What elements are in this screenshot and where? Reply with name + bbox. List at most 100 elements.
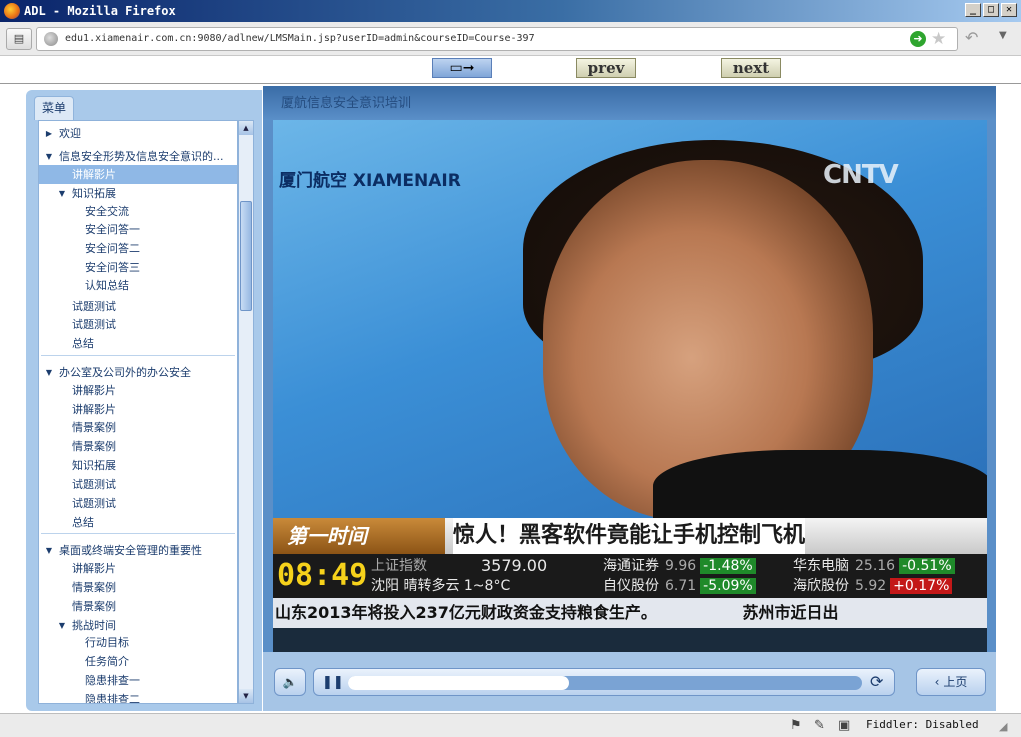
window-icon[interactable]: ▣ xyxy=(838,718,850,733)
prev-button[interactable]: prev xyxy=(576,58,636,78)
weather-text: 沈阳 晴转多云 1~8°C xyxy=(371,578,511,594)
tree-item-label: 安全问答三 xyxy=(85,261,140,274)
tree-item[interactable]: 知识拓展 xyxy=(39,456,237,475)
tree-item[interactable]: 讲解影片 xyxy=(39,165,237,184)
video-frame[interactable]: 厦门航空 XIAMENAIR CNTV 第一时间 惊人！黑客软件竟能让手机控制飞… xyxy=(273,120,987,652)
stock-quote: 华东电脑 25.16 -0.51% xyxy=(793,556,955,576)
stock-change: +0.17% xyxy=(890,578,953,594)
expand-arrow-icon[interactable]: ▼ xyxy=(44,363,54,382)
chevron-down-icon[interactable]: ▼ xyxy=(999,30,1007,41)
course-tree: ▶ 欢迎 ▼ 信息安全形势及信息安全意识的... 讲解影片 ▼ 知识拓展 安全交流 安全问答一安… xyxy=(38,120,238,704)
tree-item[interactable]: 情景案例 xyxy=(39,437,237,456)
tree-item[interactable]: 行动目标 xyxy=(39,633,237,652)
app-menu-icon[interactable]: ▤ xyxy=(6,28,32,50)
stock-change: -5.09% xyxy=(700,578,756,594)
tree-item-label: 办公室及公司外的办公安全 xyxy=(59,366,191,379)
tree-item[interactable]: 总结 xyxy=(39,334,237,353)
tree-item[interactable]: 试题测试 xyxy=(39,494,237,513)
stock-change: -0.51% xyxy=(899,558,955,574)
resize-grip-icon: ◢ xyxy=(999,720,1008,733)
player-header: 厦航信息安全意识培训 xyxy=(263,86,996,120)
tree-item[interactable]: 隐患排查二 xyxy=(39,690,237,704)
flag-icon[interactable]: ⚑ xyxy=(790,718,802,733)
toggle-menu-button[interactable]: ▭➞ xyxy=(432,58,492,78)
prev-page-label: 上页 xyxy=(943,675,968,689)
index-value: 3579.00 xyxy=(481,556,548,575)
scroll-down-icon[interactable]: ▼ xyxy=(239,689,253,703)
url-bar[interactable]: edu1.xiamenair.com.cn:9080/adlnew/LMSMai… xyxy=(36,27,958,51)
minimize-button[interactable]: _ xyxy=(965,3,981,17)
stock-price: 5.92 xyxy=(855,578,887,594)
tree-item[interactable]: ▼ 办公室及公司外的办公安全 xyxy=(39,363,237,382)
url-text[interactable]: edu1.xiamenair.com.cn:9080/adlnew/LMSMai… xyxy=(65,28,535,50)
tree-item[interactable]: 认知总结 xyxy=(39,276,237,295)
next-button[interactable]: next xyxy=(721,58,781,78)
progress-track[interactable] xyxy=(348,676,862,690)
tree-item[interactable]: 安全问答二 xyxy=(39,239,237,258)
tree-item[interactable]: 情景案例 xyxy=(39,418,237,437)
tree-item-label: 总结 xyxy=(72,337,94,350)
scroll-thumb[interactable] xyxy=(240,201,252,311)
expand-arrow-icon[interactable]: ▼ xyxy=(44,541,54,560)
main-content: 菜单 ▶ 欢迎 ▼ 信息安全形势及信息安全意识的... 讲解影片 ▼ 知识拓展 安全交流 安全问… xyxy=(0,84,1021,713)
news-headline: 惊人！黑客软件竟能让手机控制飞机 xyxy=(453,518,806,554)
back-history-icon[interactable]: ↶ xyxy=(965,28,978,48)
status-bar: ⚑ ✎ ▣ Fiddler: Disabled ◢ xyxy=(0,713,1021,737)
cntv-logo: CNTV xyxy=(823,160,899,190)
tree-item[interactable]: 总结 xyxy=(39,513,237,532)
stock-price: 25.16 xyxy=(855,558,896,574)
course-title: 厦航信息安全意识培训 xyxy=(281,96,412,111)
tree-item[interactable]: ▼ 信息安全形势及信息安全意识的... xyxy=(39,147,237,166)
tree-item-label: 隐患排查二 xyxy=(85,693,140,704)
tree-item-label: 信息安全形势及信息安全意识的... xyxy=(59,150,224,163)
window-title: ADL - Mozilla Firefox xyxy=(24,4,176,18)
news-headline-bar: 第一时间 惊人！黑客软件竟能让手机控制飞机 xyxy=(273,518,987,554)
tree-item[interactable]: ▼ 知识拓展 xyxy=(39,184,237,203)
pause-icon[interactable]: ❚❚ xyxy=(322,674,344,692)
expand-arrow-icon[interactable]: ▼ xyxy=(57,184,67,203)
replay-icon[interactable]: ⟳ xyxy=(870,672,883,692)
tree-item[interactable]: 情景案例 xyxy=(39,597,237,616)
firefox-logo-icon xyxy=(4,3,20,19)
tree-item-label: 安全问答一 xyxy=(85,223,140,236)
fiddler-status[interactable]: Fiddler: Disabled xyxy=(866,718,979,731)
tree-item[interactable]: 安全交流 xyxy=(39,202,237,221)
tree-item[interactable]: 试题测试 xyxy=(39,315,237,334)
maximize-button[interactable]: □ xyxy=(983,3,999,17)
tree-item[interactable]: 讲解影片 xyxy=(39,381,237,400)
tree-item-label: 讲解影片 xyxy=(72,562,116,575)
scroll-up-icon[interactable]: ▲ xyxy=(239,121,253,135)
stock-name: 自仪股份 xyxy=(603,578,659,594)
wrench-icon[interactable]: ✎ xyxy=(814,718,825,733)
tree-item-label: 桌面或终端安全管理的重要性 xyxy=(59,544,202,557)
prev-page-button[interactable]: ‹ 上页 xyxy=(916,668,986,696)
course-toolbar: ▭➞ prev next xyxy=(0,56,1021,84)
tree-item-label: 安全交流 xyxy=(85,205,129,218)
menu-tab[interactable]: 菜单 xyxy=(34,96,74,120)
tree-item[interactable]: 讲解影片 xyxy=(39,400,237,419)
tree-item[interactable]: 讲解影片 xyxy=(39,559,237,578)
video-player: 厦航信息安全意识培训 厦门航空 XIAMENAIR CNTV 第一时间 惊人！黑… xyxy=(263,86,996,711)
close-button[interactable]: ✕ xyxy=(1001,3,1017,17)
tree-scrollbar[interactable]: ▲ ▼ xyxy=(238,120,254,704)
navigation-bar: ▤ edu1.xiamenair.com.cn:9080/adlnew/LMSM… xyxy=(0,22,1021,56)
site-identity-icon[interactable] xyxy=(44,32,58,46)
tree-item[interactable]: 任务简介 xyxy=(39,652,237,671)
tree-item[interactable]: 隐患排查一 xyxy=(39,671,237,690)
tree-item[interactable]: 情景案例 xyxy=(39,578,237,597)
tree-item[interactable]: ▼ 桌面或终端安全管理的重要性 xyxy=(39,541,237,560)
collapse-arrow-icon[interactable]: ▶ xyxy=(44,124,54,143)
show-name: 第一时间 xyxy=(273,518,445,554)
tree-item[interactable]: 安全问答三 xyxy=(39,258,237,277)
stock-quote: 海通证券 9.96 -1.48% xyxy=(603,556,756,576)
tree-item[interactable]: 安全问答一 xyxy=(39,220,237,239)
tree-item[interactable]: ▶ 欢迎 xyxy=(39,124,237,143)
tree-item[interactable]: 试题测试 xyxy=(39,297,237,316)
expand-arrow-icon[interactable]: ▼ xyxy=(44,147,54,166)
go-icon[interactable]: ➜ xyxy=(910,31,926,47)
tree-item[interactable]: 试题测试 xyxy=(39,475,237,494)
progress-fill xyxy=(348,676,570,690)
bookmark-star-icon[interactable]: ★ xyxy=(931,29,946,49)
volume-icon[interactable]: 🔈 xyxy=(274,668,306,696)
xiamenair-logo: 厦门航空 XIAMENAIR xyxy=(279,171,461,191)
